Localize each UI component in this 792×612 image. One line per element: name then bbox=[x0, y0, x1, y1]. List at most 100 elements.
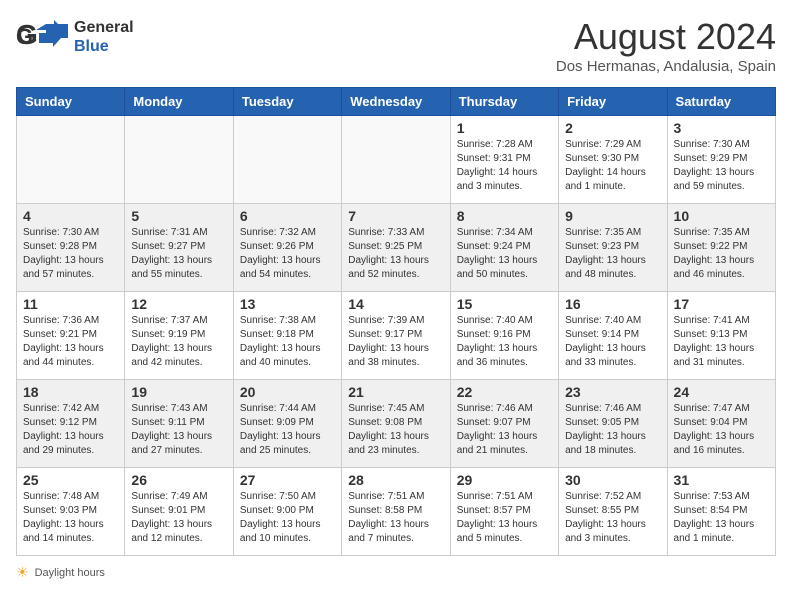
day-info: Sunrise: 7:33 AM Sunset: 9:25 PM Dayligh… bbox=[348, 226, 443, 282]
calendar-table: SundayMondayTuesdayWednesdayThursdayFrid… bbox=[16, 87, 776, 556]
day-cell: 18Sunrise: 7:42 AM Sunset: 9:12 PM Dayli… bbox=[17, 380, 125, 468]
day-cell: 3Sunrise: 7:30 AM Sunset: 9:29 PM Daylig… bbox=[667, 116, 775, 204]
day-info: Sunrise: 7:49 AM Sunset: 9:01 PM Dayligh… bbox=[131, 490, 226, 546]
day-info: Sunrise: 7:39 AM Sunset: 9:17 PM Dayligh… bbox=[348, 314, 443, 370]
day-number: 28 bbox=[348, 472, 443, 488]
day-number: 29 bbox=[457, 472, 552, 488]
day-number: 9 bbox=[565, 208, 660, 224]
day-cell: 15 Sunrise: 7:40 AM Sunset: 9:16 PM Dayli… bbox=[450, 292, 558, 380]
day-cell: 19Sunrise: 7:43 AM Sunset: 9:11 PM Dayli… bbox=[125, 380, 233, 468]
day-info: Sunrise: 7:45 AM Sunset: 9:08 PM Dayligh… bbox=[348, 402, 443, 458]
day-info: Sunrise: 7:44 AM Sunset: 9:09 PM Dayligh… bbox=[240, 402, 335, 458]
day-info: Sunrise: 7:46 AM Sunset: 9:05 PM Dayligh… bbox=[565, 402, 660, 458]
day-number: 7 bbox=[348, 208, 443, 224]
day-number: 21 bbox=[348, 384, 443, 400]
day-cell: 10 Sunrise: 7:35 AM Sunset: 9:22 PM Dayli… bbox=[667, 204, 775, 292]
week-row-5: 25Sunrise: 7:48 AM Sunset: 9:03 PM Dayli… bbox=[17, 468, 776, 556]
day-number: 26 bbox=[131, 472, 226, 488]
day-cell: 5Sunrise: 7:31 AM Sunset: 9:27 PM Daylig… bbox=[125, 204, 233, 292]
daylight-label: Daylight hours bbox=[35, 567, 105, 579]
day-info: Sunrise: 7:47 AM Sunset: 9:04 PM Dayligh… bbox=[674, 402, 769, 458]
day-cell: 20 Sunrise: 7:44 AM Sunset: 9:09 PM Dayli… bbox=[233, 380, 341, 468]
day-info: Sunrise: 7:38 AM Sunset: 9:18 PM Dayligh… bbox=[240, 314, 335, 370]
calendar-header-row: SundayMondayTuesdayWednesdayThursdayFrid… bbox=[17, 88, 776, 116]
day-cell: 11 Sunrise: 7:36 AM Sunset: 9:21 PM Dayli… bbox=[17, 292, 125, 380]
week-row-4: 18Sunrise: 7:42 AM Sunset: 9:12 PM Dayli… bbox=[17, 380, 776, 468]
day-number: 10 bbox=[674, 208, 769, 224]
day-number: 22 bbox=[457, 384, 552, 400]
day-info: Sunrise: 7:40 AM Sunset: 9:14 PM Dayligh… bbox=[565, 314, 660, 370]
day-cell: 27 Sunrise: 7:50 AM Sunset: 9:00 PM Dayli… bbox=[233, 468, 341, 556]
week-row-1: 1 Sunrise: 7:28 AM Sunset: 9:31 PM Daylig… bbox=[17, 116, 776, 204]
day-cell: 8 Sunrise: 7:34 AM Sunset: 9:24 PM Daylig… bbox=[450, 204, 558, 292]
day-number: 4 bbox=[23, 208, 118, 224]
day-cell: 6 Sunrise: 7:32 AM Sunset: 9:26 PM Daylig… bbox=[233, 204, 341, 292]
day-cell: 1 Sunrise: 7:28 AM Sunset: 9:31 PM Daylig… bbox=[450, 116, 558, 204]
logo-text: General Blue bbox=[74, 18, 134, 56]
day-info: Sunrise: 7:53 AM Sunset: 8:54 PM Dayligh… bbox=[674, 490, 769, 546]
day-number: 11 bbox=[23, 296, 118, 312]
day-info: Sunrise: 7:52 AM Sunset: 8:55 PM Dayligh… bbox=[565, 490, 660, 546]
footer-row: ☀ Daylight hours bbox=[16, 564, 776, 581]
day-cell: 31Sunrise: 7:53 AM Sunset: 8:54 PM Dayli… bbox=[667, 468, 775, 556]
col-header-wednesday: Wednesday bbox=[342, 88, 450, 116]
day-info: Sunrise: 7:41 AM Sunset: 9:13 PM Dayligh… bbox=[674, 314, 769, 370]
day-info: Sunrise: 7:34 AM Sunset: 9:24 PM Dayligh… bbox=[457, 226, 552, 282]
day-info: Sunrise: 7:32 AM Sunset: 9:26 PM Dayligh… bbox=[240, 226, 335, 282]
day-info: Sunrise: 7:46 AM Sunset: 9:07 PM Dayligh… bbox=[457, 402, 552, 458]
day-cell: 29 Sunrise: 7:51 AM Sunset: 8:57 PM Dayli… bbox=[450, 468, 558, 556]
week-row-2: 4 Sunrise: 7:30 AM Sunset: 9:28 PM Daylig… bbox=[17, 204, 776, 292]
day-cell: 16Sunrise: 7:40 AM Sunset: 9:14 PM Dayli… bbox=[559, 292, 667, 380]
day-info: Sunrise: 7:50 AM Sunset: 9:00 PM Dayligh… bbox=[240, 490, 335, 546]
day-cell: 14 Sunrise: 7:39 AM Sunset: 9:17 PM Dayli… bbox=[342, 292, 450, 380]
location: Dos Hermanas, Andalusia, Spain bbox=[556, 58, 776, 75]
day-info: Sunrise: 7:35 AM Sunset: 9:22 PM Dayligh… bbox=[674, 226, 769, 282]
day-cell: 7 Sunrise: 7:33 AM Sunset: 9:25 PM Daylig… bbox=[342, 204, 450, 292]
day-cell: 17Sunrise: 7:41 AM Sunset: 9:13 PM Dayli… bbox=[667, 292, 775, 380]
month-year: August 2024 bbox=[556, 16, 776, 58]
day-number: 13 bbox=[240, 296, 335, 312]
day-number: 24 bbox=[674, 384, 769, 400]
day-cell: 25Sunrise: 7:48 AM Sunset: 9:03 PM Dayli… bbox=[17, 468, 125, 556]
day-number: 1 bbox=[457, 120, 552, 136]
day-number: 27 bbox=[240, 472, 335, 488]
day-cell: 2Sunrise: 7:29 AM Sunset: 9:30 PM Daylig… bbox=[559, 116, 667, 204]
day-cell: 9 Sunrise: 7:35 AM Sunset: 9:23 PM Daylig… bbox=[559, 204, 667, 292]
logo: G G General Blue bbox=[16, 16, 134, 58]
day-cell bbox=[233, 116, 341, 204]
col-header-monday: Monday bbox=[125, 88, 233, 116]
day-info: Sunrise: 7:29 AM Sunset: 9:30 PM Dayligh… bbox=[565, 138, 660, 194]
day-cell: 12Sunrise: 7:37 AM Sunset: 9:19 PM Dayli… bbox=[125, 292, 233, 380]
col-header-sunday: Sunday bbox=[17, 88, 125, 116]
day-number: 8 bbox=[457, 208, 552, 224]
day-info: Sunrise: 7:28 AM Sunset: 9:31 PM Dayligh… bbox=[457, 138, 552, 194]
day-number: 6 bbox=[240, 208, 335, 224]
day-info: Sunrise: 7:51 AM Sunset: 8:58 PM Dayligh… bbox=[348, 490, 443, 546]
day-number: 15 bbox=[457, 296, 552, 312]
day-info: Sunrise: 7:51 AM Sunset: 8:57 PM Dayligh… bbox=[457, 490, 552, 546]
day-number: 20 bbox=[240, 384, 335, 400]
day-cell: 22 Sunrise: 7:46 AM Sunset: 9:07 PM Dayli… bbox=[450, 380, 558, 468]
day-number: 14 bbox=[348, 296, 443, 312]
day-info: Sunrise: 7:40 AM Sunset: 9:16 PM Dayligh… bbox=[457, 314, 552, 370]
day-info: Sunrise: 7:35 AM Sunset: 9:23 PM Dayligh… bbox=[565, 226, 660, 282]
day-info: Sunrise: 7:31 AM Sunset: 9:27 PM Dayligh… bbox=[131, 226, 226, 282]
footer: ☀ Daylight hours bbox=[16, 564, 776, 581]
day-info: Sunrise: 7:36 AM Sunset: 9:21 PM Dayligh… bbox=[23, 314, 118, 370]
day-number: 23 bbox=[565, 384, 660, 400]
title-block: August 2024 Dos Hermanas, Andalusia, Spa… bbox=[556, 16, 776, 75]
day-cell: 21 Sunrise: 7:45 AM Sunset: 9:08 PM Dayli… bbox=[342, 380, 450, 468]
day-info: Sunrise: 7:30 AM Sunset: 9:28 PM Dayligh… bbox=[23, 226, 118, 282]
day-cell: 28 Sunrise: 7:51 AM Sunset: 8:58 PM Dayli… bbox=[342, 468, 450, 556]
day-cell: 4 Sunrise: 7:30 AM Sunset: 9:28 PM Daylig… bbox=[17, 204, 125, 292]
day-info: Sunrise: 7:37 AM Sunset: 9:19 PM Dayligh… bbox=[131, 314, 226, 370]
day-number: 19 bbox=[131, 384, 226, 400]
logo-blue: Blue bbox=[74, 37, 134, 56]
day-info: Sunrise: 7:48 AM Sunset: 9:03 PM Dayligh… bbox=[23, 490, 118, 546]
col-header-friday: Friday bbox=[559, 88, 667, 116]
day-number: 3 bbox=[674, 120, 769, 136]
page-header: G G General Blue August 2024 Dos Hermana… bbox=[16, 16, 776, 75]
day-info: Sunrise: 7:42 AM Sunset: 9:12 PM Dayligh… bbox=[23, 402, 118, 458]
col-header-thursday: Thursday bbox=[450, 88, 558, 116]
day-cell: 30Sunrise: 7:52 AM Sunset: 8:55 PM Dayli… bbox=[559, 468, 667, 556]
